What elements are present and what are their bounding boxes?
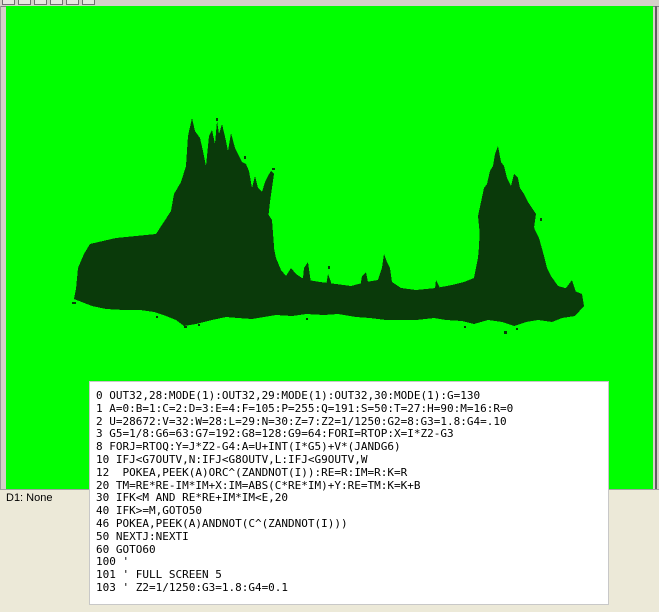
toolbar-button-1[interactable] xyxy=(2,0,15,5)
toolbar-button-6[interactable] xyxy=(82,0,95,5)
code-line: 30 IFK<M AND RE*RE+IM*IM<E,20 xyxy=(96,492,289,505)
code-line: 2 U=28672:V=32:W=28:L=29:N=30:Z=7:Z2=1/1… xyxy=(96,415,507,428)
code-line: 50 NEXTJ:NEXTI xyxy=(96,530,189,543)
code-line: 40 IFK>=M,GOTO50 xyxy=(96,505,202,518)
disk-status: D1: None xyxy=(6,492,53,504)
code-line: 10 IFJ<G7OUTV,N:IFJ<G8OUTV,L:IFJ<G9OUTV,… xyxy=(96,453,368,466)
code-line: 46 POKEA,PEEK(A)ANDNOT(C^(ZANDNOT(I))) xyxy=(96,517,348,530)
toolbar-button-3[interactable] xyxy=(34,0,47,5)
code-line: 0 OUT32,28:MODE(1):OUT32,29:MODE(1):OUT3… xyxy=(96,390,481,402)
code-line: 1 A=0:B=1:C=2:D=3:E=4:F=105:P=255:Q=191:… xyxy=(96,402,514,415)
code-line: 103 ' Z2=1/1250:G3=1.8:G4=0.1 xyxy=(96,581,289,594)
code-line: 20 TM=RE*RE-IM*IM+X:IM=ABS(C*RE*IM)+Y:RE… xyxy=(96,479,421,492)
toolbar-button-4[interactable] xyxy=(50,0,63,5)
code-line: 60 GOTO60 xyxy=(96,543,156,556)
basic-listing-panel: 0 OUT32,28:MODE(1):OUT32,29:MODE(1):OUT3… xyxy=(89,381,609,605)
toolbar-button-2[interactable] xyxy=(18,0,31,5)
burning-ship-fractal xyxy=(72,118,584,334)
code-line: 12 POKEA,PEEK(A)ORC^(ZANDNOT(I)):RE=R:IM… xyxy=(96,466,408,479)
toolbar-button-5[interactable] xyxy=(66,0,79,5)
code-line: 3 G5=1/8:G6=63:G7=192:G8=128:G9=64:FORI=… xyxy=(96,428,454,441)
code-line: 100 ' xyxy=(96,556,130,569)
code-line: 8 FORJ=RTOQ:Y=J*Z2-G4:A=U+INT(I*G5)+V*(J… xyxy=(96,441,401,454)
code-line: 101 ' FULL SCREEN 5 xyxy=(96,569,222,582)
